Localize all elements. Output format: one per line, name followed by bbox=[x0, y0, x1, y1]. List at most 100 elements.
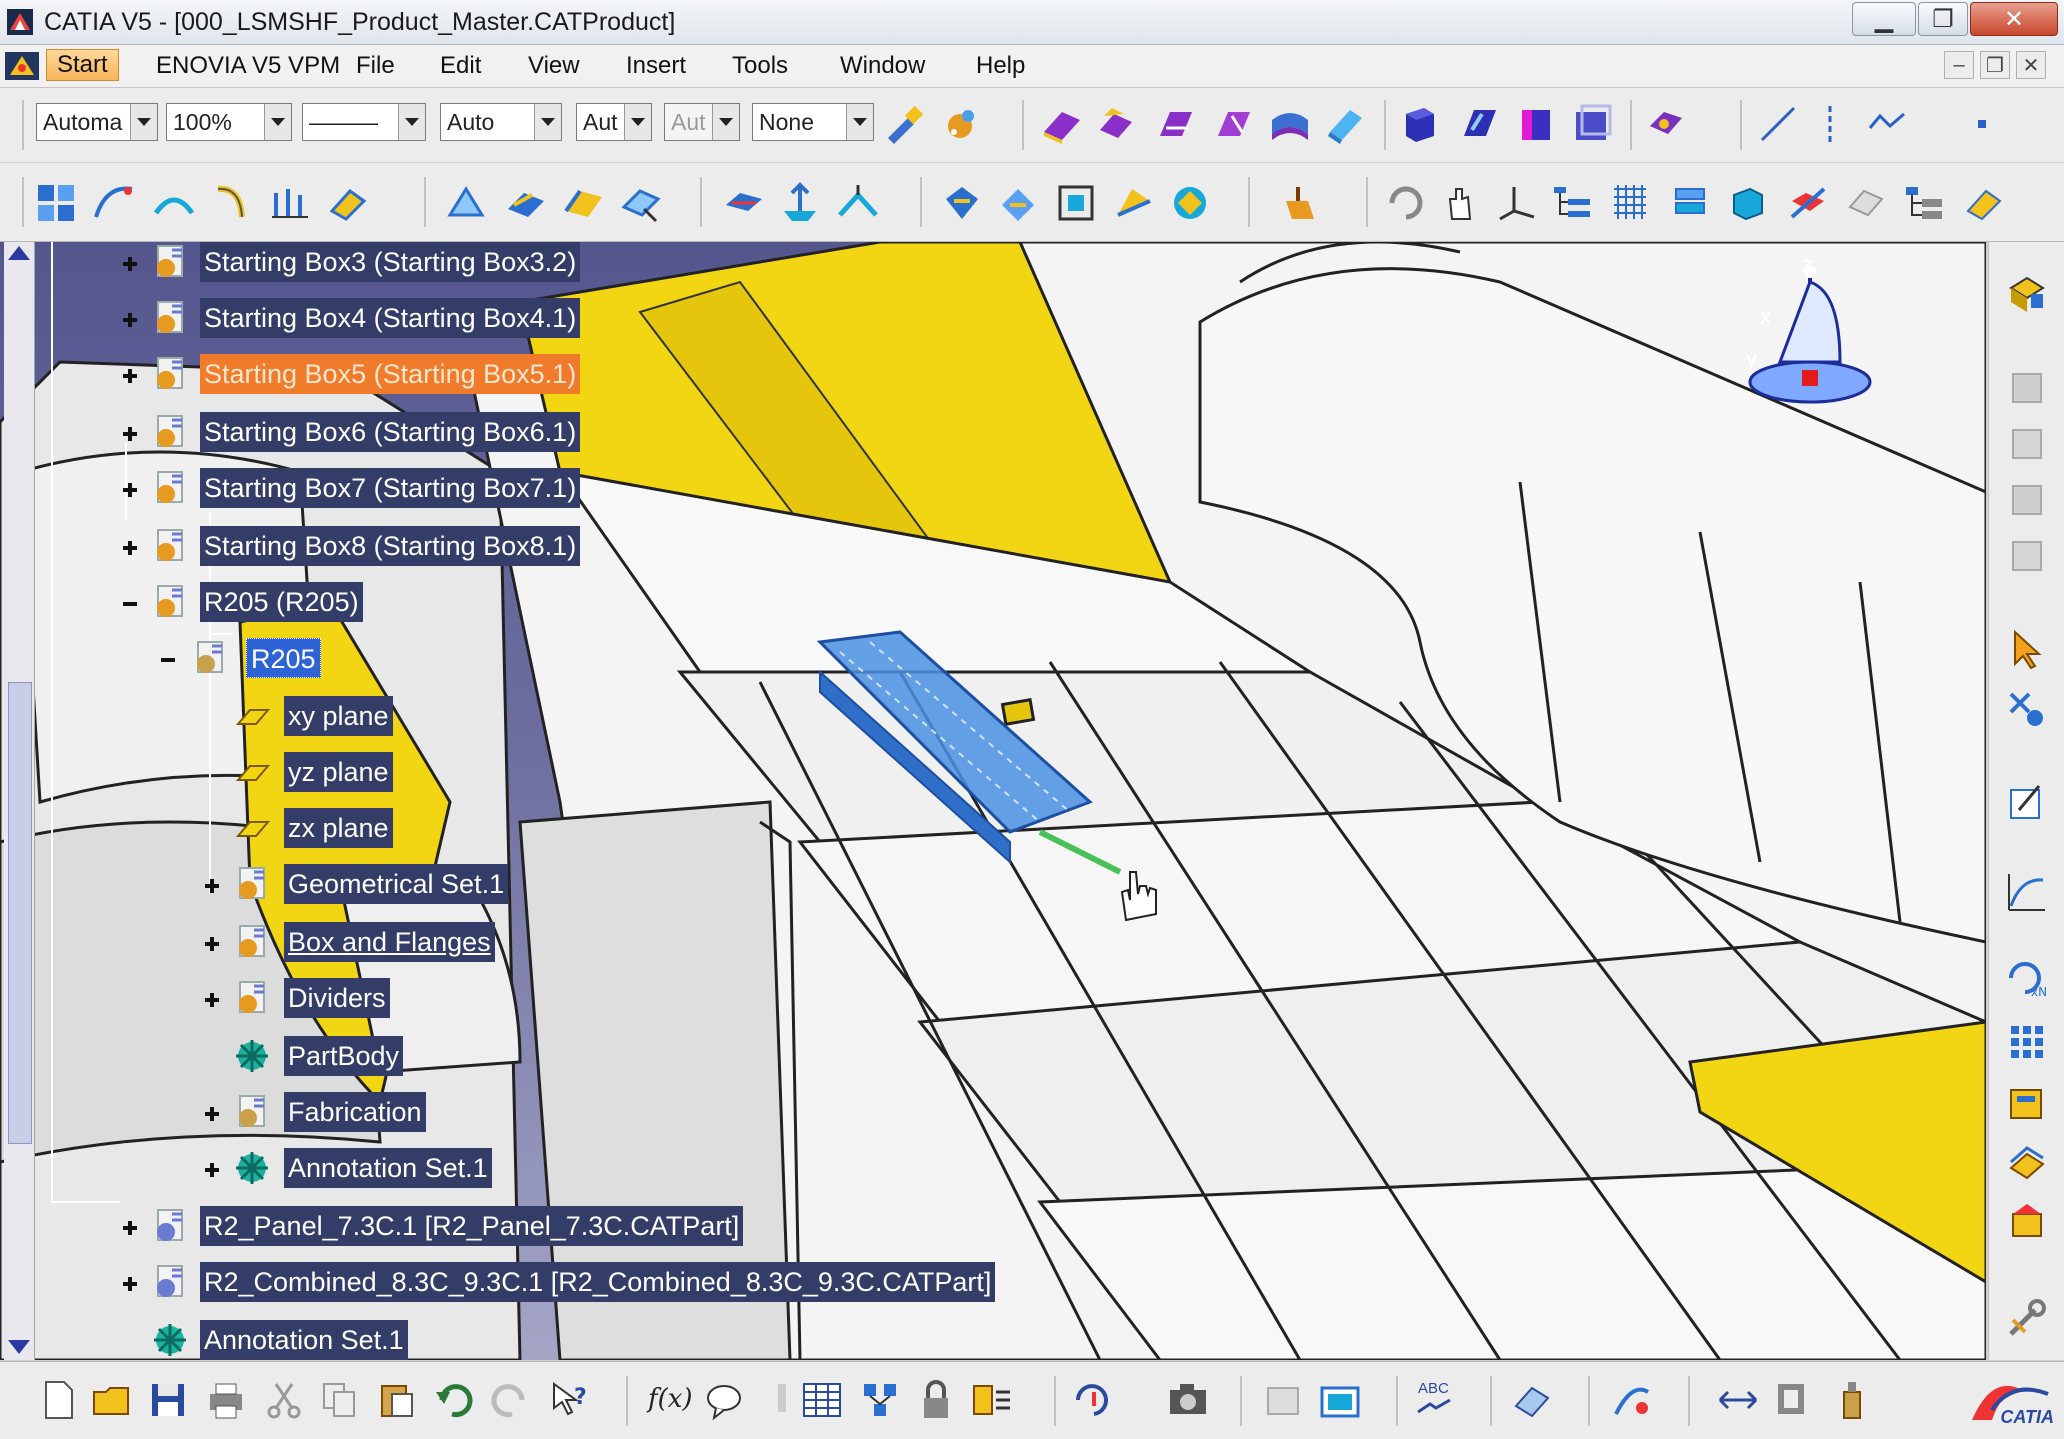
spell-check-button[interactable]: ABC bbox=[1412, 1378, 1464, 1422]
tree-node-fabrication[interactable]: Fabrication bbox=[284, 1092, 426, 1132]
catalog-icon[interactable] bbox=[2005, 1082, 2049, 1126]
menu-edit[interactable]: Edit bbox=[440, 52, 481, 80]
tree-node-r205[interactable]: R205 bbox=[246, 638, 321, 678]
frame-icon[interactable] bbox=[1054, 181, 1098, 225]
tree-expand-icon[interactable] bbox=[120, 480, 140, 500]
chevron-down-icon[interactable] bbox=[846, 104, 873, 140]
redo-icon[interactable] bbox=[488, 1378, 532, 1422]
tree-node-geometrical-set-1[interactable]: Geometrical Set.1 bbox=[284, 864, 509, 904]
tree-scrollbar[interactable] bbox=[4, 242, 35, 1360]
rename-disabled-icon[interactable] bbox=[1262, 1378, 1306, 1422]
analysis-icon-2[interactable] bbox=[996, 181, 1040, 225]
tree-expand-icon[interactable] bbox=[202, 934, 222, 954]
tree-expand-icon[interactable] bbox=[120, 1218, 140, 1238]
solid-tool-icon-2[interactable] bbox=[1458, 102, 1502, 146]
specification-tree-icon[interactable] bbox=[1902, 181, 1946, 225]
axis-icon[interactable] bbox=[1808, 102, 1852, 146]
tree-node-annotation-set-1[interactable]: Annotation Set.1 bbox=[200, 1320, 408, 1360]
open-folder-icon[interactable] bbox=[90, 1378, 134, 1422]
menu-tools[interactable]: Tools bbox=[732, 52, 788, 80]
lineweight-combo[interactable]: Auto bbox=[440, 103, 562, 141]
fill-icon[interactable] bbox=[326, 181, 370, 225]
menu-window[interactable]: Window bbox=[840, 52, 925, 80]
catia-app-icon[interactable] bbox=[6, 8, 34, 36]
pattern-icon[interactable] bbox=[2005, 1020, 2049, 1064]
surface-tool-icon-2[interactable] bbox=[1212, 102, 1256, 146]
split-icon[interactable] bbox=[562, 181, 606, 225]
scroll-down-arrow-icon[interactable] bbox=[8, 1340, 30, 1354]
mdi-close-button[interactable]: ✕ bbox=[2016, 51, 2046, 79]
chevron-down-icon[interactable] bbox=[398, 104, 425, 140]
curve-icon[interactable] bbox=[92, 181, 136, 225]
chevron-down-icon[interactable] bbox=[130, 104, 157, 140]
extract-icon[interactable] bbox=[778, 181, 822, 225]
assembly-tool-icon[interactable] bbox=[1644, 102, 1688, 146]
mdi-minimize-button[interactable]: – bbox=[1944, 51, 1974, 79]
knowledge-advisor-icon[interactable] bbox=[702, 1378, 746, 1422]
mdi-restore-button[interactable]: ❐ bbox=[1980, 51, 2010, 79]
tree-expand-icon[interactable] bbox=[202, 990, 222, 1010]
trim-icon[interactable] bbox=[618, 181, 662, 225]
graphic-properties-icon[interactable] bbox=[940, 102, 984, 146]
workbench-icon[interactable] bbox=[2005, 272, 2049, 316]
tree-collapse-icon[interactable] bbox=[120, 594, 140, 614]
polyline-icon[interactable] bbox=[1866, 102, 1910, 146]
join-icon[interactable] bbox=[504, 181, 548, 225]
paste-icon[interactable] bbox=[374, 1378, 418, 1422]
instantiate-icon[interactable] bbox=[2005, 1140, 2049, 1184]
sketch-icon[interactable] bbox=[2005, 780, 2049, 824]
formula-button[interactable]: f(x) bbox=[644, 1378, 698, 1422]
lamp-icon[interactable] bbox=[760, 1378, 804, 1422]
transparency-combo[interactable]: 100% bbox=[166, 103, 292, 141]
design-table-icon[interactable] bbox=[800, 1378, 844, 1422]
surface-tool-icon-4[interactable] bbox=[1324, 102, 1368, 146]
linetype-combo[interactable]: ——— bbox=[302, 103, 426, 141]
disabled-tool-icon-4[interactable] bbox=[2005, 534, 2049, 578]
tree-node-box-and-flanges[interactable]: Box and Flanges bbox=[284, 922, 495, 962]
curve-analysis-icon[interactable] bbox=[2005, 870, 2049, 914]
tree-node-r2-combined-8-3c-9-3c-1-r2-combined-8-3c-9-3c-catpart[interactable]: R2_Combined_8.3C_9.3C.1 [R2_Combined_8.3… bbox=[200, 1262, 996, 1302]
menu-insert[interactable]: Insert bbox=[626, 52, 686, 80]
select-arrow-icon[interactable] bbox=[2005, 628, 2049, 672]
tree-collapse-icon[interactable] bbox=[158, 650, 178, 670]
cut-icon[interactable] bbox=[262, 1378, 306, 1422]
tree-node-starting-box4-starting-box4-1[interactable]: Starting Box4 (Starting Box4.1) bbox=[200, 298, 581, 338]
catia-menu-icon[interactable] bbox=[4, 51, 40, 81]
chevron-down-icon[interactable] bbox=[624, 104, 651, 140]
tree-expand-icon[interactable] bbox=[120, 310, 140, 330]
solid-tool-icon-1[interactable] bbox=[1398, 102, 1442, 146]
arc-icon[interactable] bbox=[152, 181, 196, 225]
layer-stack-icon[interactable] bbox=[1668, 181, 1712, 225]
compass-widget[interactable] bbox=[1740, 252, 1900, 432]
mold-tool-icon-2[interactable] bbox=[1094, 102, 1138, 146]
rotate-icon[interactable] bbox=[1384, 181, 1428, 225]
grid-select-icon[interactable] bbox=[34, 181, 78, 225]
extrude-icon[interactable] bbox=[268, 181, 312, 225]
3d-viewport[interactable]: z x y bbox=[0, 242, 1986, 1360]
sweep-icon[interactable] bbox=[210, 181, 254, 225]
tree-expand-icon[interactable] bbox=[120, 254, 140, 274]
mold-tool-icon-1[interactable] bbox=[1040, 102, 1084, 146]
model-geometry[interactable] bbox=[0, 242, 1986, 1360]
tree-structure-icon[interactable] bbox=[1550, 181, 1594, 225]
measure-inertia-icon[interactable] bbox=[1830, 1378, 1874, 1422]
update-icon[interactable] bbox=[1072, 1378, 1116, 1422]
publication-icon[interactable] bbox=[1318, 1378, 1362, 1422]
tree-expand-icon[interactable] bbox=[120, 1274, 140, 1294]
transform-icon[interactable] bbox=[722, 181, 766, 225]
tree-node-starting-box7-starting-box7-1[interactable]: Starting Box7 (Starting Box7.1) bbox=[200, 468, 581, 508]
tree-expand-icon[interactable] bbox=[120, 424, 140, 444]
measure-icon[interactable] bbox=[1962, 181, 2006, 225]
tree-node-dividers[interactable]: Dividers bbox=[284, 978, 390, 1018]
menu-enovia[interactable]: ENOVIA V5 VPM bbox=[156, 52, 340, 80]
offset-icon[interactable] bbox=[836, 181, 880, 225]
tree-expand-icon[interactable] bbox=[202, 1104, 222, 1124]
solid-tool-icon-4[interactable] bbox=[1570, 102, 1614, 146]
copy-icon[interactable] bbox=[318, 1378, 362, 1422]
layer-combo[interactable]: None bbox=[752, 103, 874, 141]
chevron-down-icon[interactable] bbox=[712, 104, 739, 140]
undo-icon[interactable] bbox=[432, 1378, 476, 1422]
surface-tool-icon-3[interactable] bbox=[1268, 102, 1312, 146]
law-icon[interactable] bbox=[858, 1378, 902, 1422]
disabled-tool-icon-1[interactable] bbox=[2005, 366, 2049, 410]
